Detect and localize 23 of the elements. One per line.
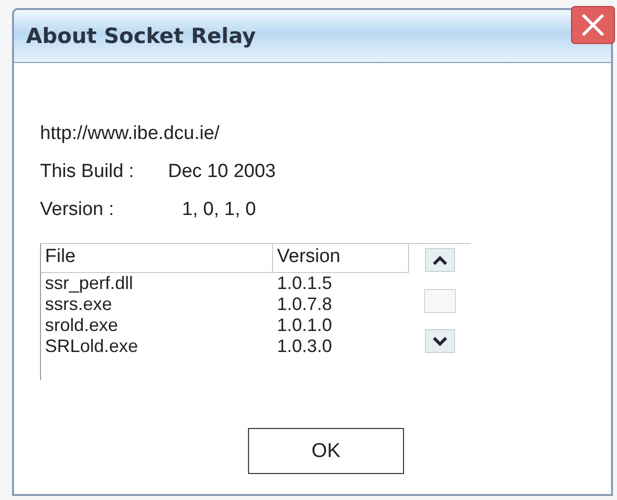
file-version-cell-text: 1.0.3.0 (276, 336, 334, 357)
build-date: Dec 10 2003 (168, 161, 276, 183)
file-version-cell-text: 1.0.1.0 (276, 315, 334, 336)
scroll-up-button[interactable] (425, 248, 455, 272)
caret-up-icon (433, 256, 447, 264)
scroll-thumb[interactable] (424, 288, 456, 312)
column-header[interactable]: File (41, 244, 273, 273)
window-title: About Socket Relay (26, 24, 256, 48)
file-version-cell-text: 1.0.1.5 (276, 273, 334, 294)
file-name-cell-text: SRLold.exe (44, 336, 140, 357)
file-name-cell-text: srold.exe (44, 315, 120, 336)
version-number: 1, 0, 1, 0 (182, 199, 256, 221)
file-name-cell-text: ssr_perf.dll (44, 273, 134, 294)
file-version-cell-text: 1.0.7.8 (276, 294, 334, 315)
build-label: This Build : (40, 161, 135, 183)
close-button[interactable] (571, 6, 615, 44)
column-header[interactable]: Version (273, 244, 409, 273)
version-label: Version : (40, 199, 115, 221)
ok-button[interactable]: OK (248, 428, 404, 474)
scroll-down-button[interactable] (425, 329, 455, 353)
caret-down-icon (433, 336, 447, 346)
file-name-cell-text: ssrs.exe (44, 294, 114, 315)
close-icon (580, 13, 606, 37)
